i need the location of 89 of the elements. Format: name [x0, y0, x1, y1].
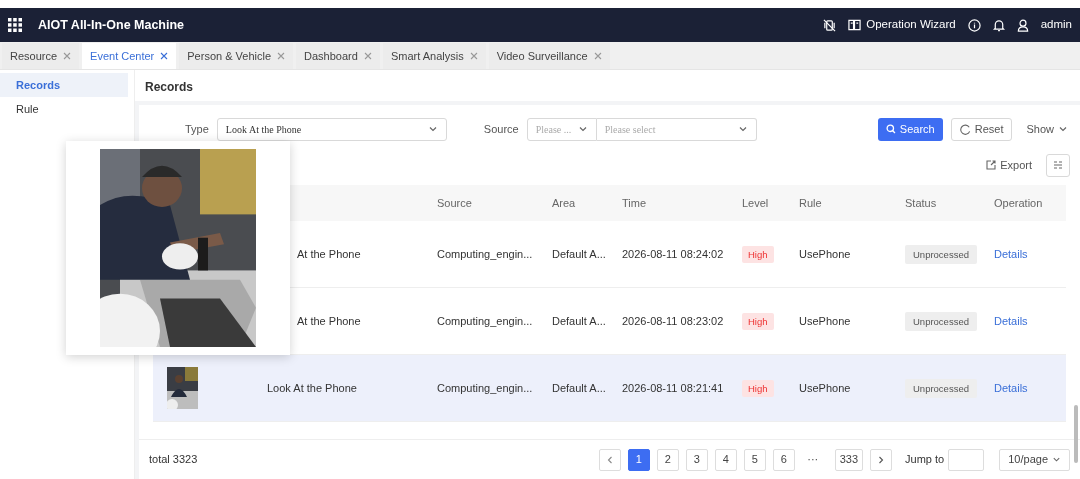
column-header: Time: [622, 196, 647, 209]
table-cell: Default A...: [552, 314, 606, 327]
table-cell: UsePhone: [799, 381, 851, 394]
details-link[interactable]: Details: [994, 247, 1028, 260]
table-cell: 2026-08-11 08:24:02: [622, 247, 724, 260]
bell-icon[interactable]: [992, 18, 1005, 32]
tab[interactable]: Smart Analysis: [382, 43, 486, 69]
next-page-button[interactable]: [870, 448, 893, 471]
chevron-left-icon: [605, 455, 614, 464]
total-count: total 3323: [149, 452, 198, 468]
column-header: Operation: [994, 196, 1043, 209]
column-header: Status: [905, 196, 937, 209]
close-icon[interactable]: [63, 52, 72, 60]
table-cell: UsePhone: [799, 314, 851, 327]
tab[interactable]: Video Surveillance: [488, 43, 610, 69]
vibrate-off-icon[interactable]: [823, 18, 837, 32]
close-icon[interactable]: [593, 52, 602, 60]
status-tag: Unprocessed: [905, 244, 977, 264]
sidebar-item[interactable]: Rule: [0, 97, 128, 121]
details-link[interactable]: Details: [994, 381, 1028, 394]
tab[interactable]: Dashboard: [296, 43, 380, 69]
page-button[interactable]: 333: [834, 448, 864, 471]
page-size-select[interactable]: 10/page: [999, 448, 1070, 471]
chevron-down-icon: [1058, 124, 1068, 134]
jump-label: Jump to: [905, 452, 945, 468]
page-title: Records: [135, 70, 1080, 101]
chevron-down-icon: [577, 124, 588, 134]
table-cell: Default A...: [552, 247, 606, 260]
close-icon[interactable]: [277, 52, 286, 60]
chevron-down-icon: [1052, 455, 1061, 464]
page-button[interactable]: 2: [656, 448, 679, 471]
table-cell: 2026-08-11 08:21:41: [622, 381, 724, 394]
details-link[interactable]: Details: [994, 314, 1028, 327]
chevron-down-icon: [427, 124, 438, 134]
export-icon: [986, 160, 997, 170]
export-button[interactable]: Export: [980, 156, 1038, 174]
status-tag: Unprocessed: [905, 378, 977, 398]
level-tag: High: [742, 379, 774, 397]
column-settings-button[interactable]: [1046, 153, 1070, 177]
user-name[interactable]: admin: [1040, 16, 1072, 34]
level-tag: High: [742, 312, 774, 330]
filter-label: Type: [185, 121, 209, 137]
table-cell: Computing_engin...: [437, 247, 533, 260]
table-cell: Look At the Phone: [267, 381, 357, 394]
chevron-down-icon: [737, 124, 748, 134]
column-header: Area: [552, 196, 576, 209]
apps-grid-icon[interactable]: [8, 18, 22, 32]
tab[interactable]: Event Center: [82, 43, 177, 69]
column-header: Source: [437, 196, 472, 209]
tab[interactable]: Resource: [2, 43, 80, 69]
user-icon[interactable]: [1016, 18, 1029, 32]
filter-label: Source: [483, 121, 519, 137]
app-title: AIOT All-In-One Machine: [38, 16, 185, 34]
page-button[interactable]: 6: [772, 448, 795, 471]
table-cell: Computing_engin...: [437, 381, 533, 394]
page-button[interactable]: 5: [743, 448, 766, 471]
search-icon: [885, 124, 896, 134]
close-icon[interactable]: [363, 52, 372, 60]
sidebar-item[interactable]: Records: [0, 73, 128, 97]
table-cell: UsePhone: [799, 247, 851, 260]
page-number-field[interactable]: [948, 448, 985, 471]
page-button[interactable]: 1: [627, 448, 650, 471]
table-cell: At the Phone: [297, 314, 361, 327]
column-header: Rule: [799, 196, 822, 209]
table-cell: 2026-08-11 08:23:02: [622, 314, 724, 327]
wizard-link[interactable]: Operation Wizard: [866, 16, 956, 34]
show-button[interactable]: Show: [1020, 120, 1074, 138]
table-cell: Computing_engin...: [437, 314, 533, 327]
scrollbar: [1074, 405, 1078, 463]
chevron-right-icon: [877, 455, 886, 464]
type-select[interactable]: Look At the Phone: [216, 117, 447, 141]
level-tag: High: [742, 245, 774, 263]
book-icon[interactable]: [848, 19, 862, 31]
info-icon[interactable]: [967, 18, 981, 32]
table-row[interactable]: Look At the Phone Computing_engin... Default A... 2026-08-11 08:21:41 High UsePhone Unprocessed Details: [153, 355, 1066, 422]
previous-page-button[interactable]: [598, 448, 621, 471]
search-button[interactable]: Search: [877, 117, 943, 141]
close-icon[interactable]: [160, 52, 169, 60]
table-cell: At the Phone: [297, 247, 361, 260]
close-icon[interactable]: [469, 52, 478, 60]
tab[interactable]: Person & Vehicle: [179, 43, 294, 69]
reset-button[interactable]: Reset: [950, 117, 1013, 141]
list-settings-icon: [1053, 160, 1063, 170]
status-tag: Unprocessed: [905, 311, 977, 331]
refresh-icon: [959, 123, 971, 135]
page-button[interactable]: 3: [685, 448, 708, 471]
table-cell: Default A...: [552, 381, 606, 394]
column-header: Level: [742, 196, 769, 209]
page-button[interactable]: 4: [714, 448, 737, 471]
